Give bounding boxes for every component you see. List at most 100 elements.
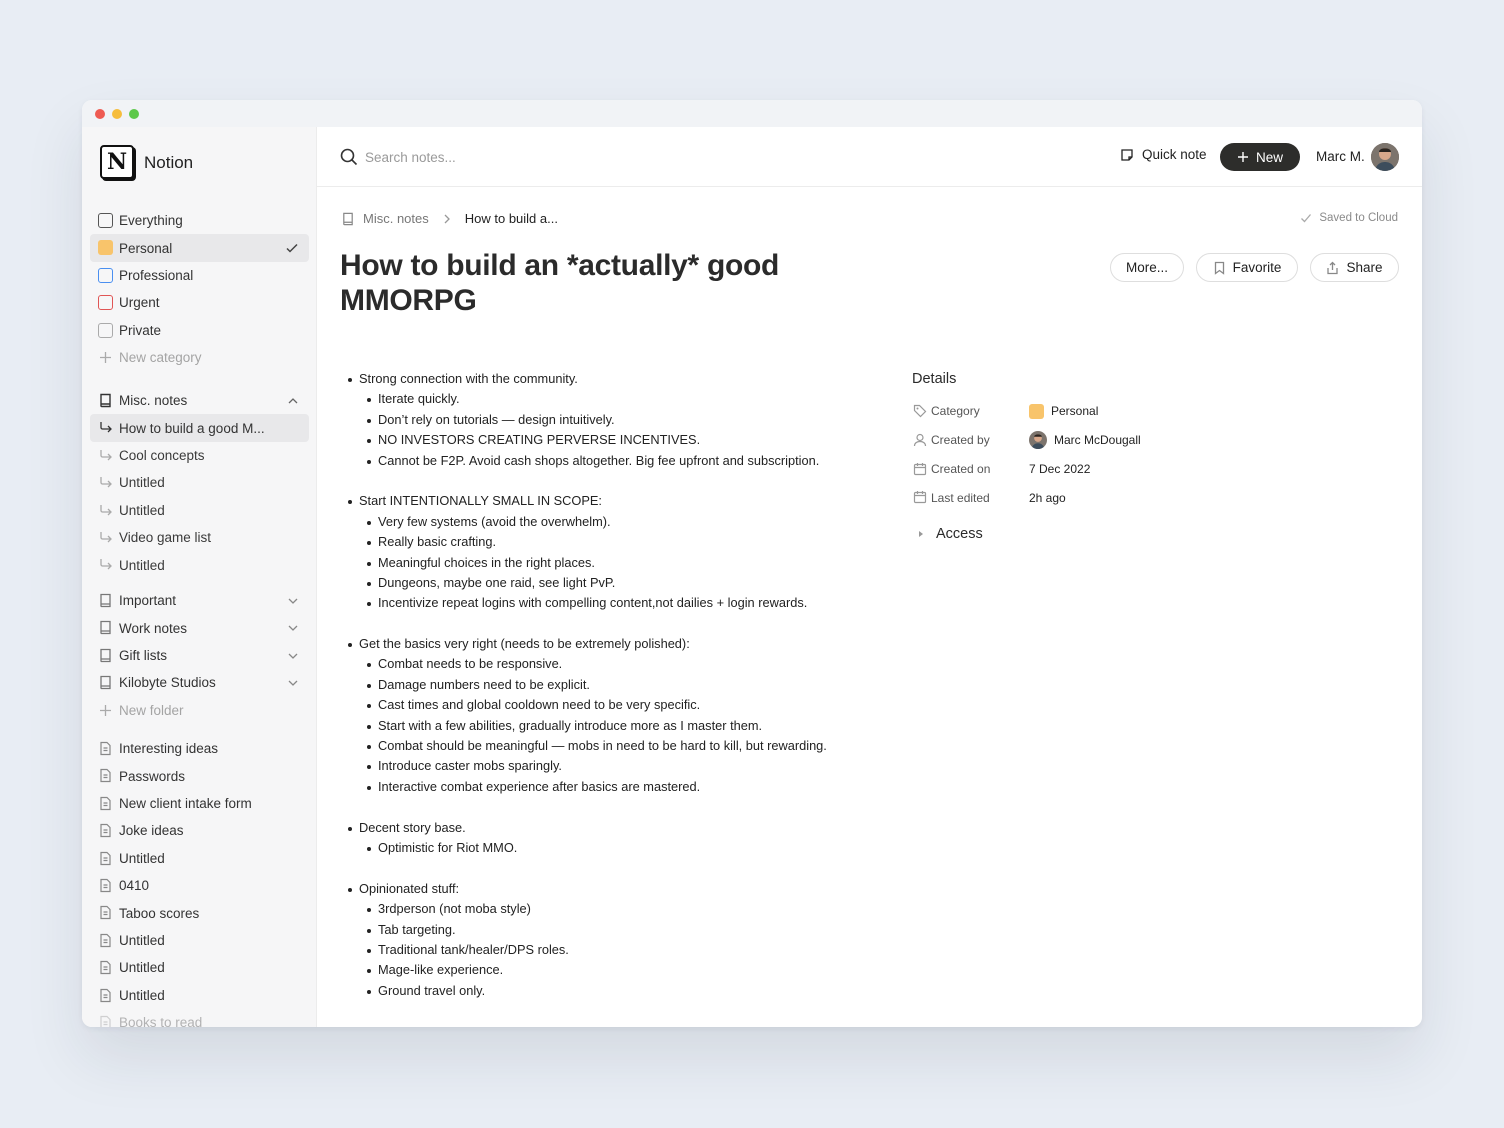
page-title[interactable]: How to build an *actually* good MMORPG xyxy=(340,248,860,318)
folder-gift-lists[interactable]: Gift lists xyxy=(90,642,309,669)
save-status: Saved to Cloud xyxy=(1300,212,1398,224)
document-icon xyxy=(100,769,111,783)
document-icon xyxy=(100,851,111,865)
sub-bullet-item: NO INVESTORS CREATING PERVERSE INCENTIVE… xyxy=(341,430,901,450)
document-icon xyxy=(100,961,111,975)
bullet-item: Strong connection with the community. xyxy=(341,369,901,389)
category-label: Private xyxy=(119,322,162,338)
note-item[interactable]: Video game list xyxy=(90,524,309,551)
close-window-button[interactable] xyxy=(95,109,105,119)
sub-bullet-item: Interactive combat experience after basi… xyxy=(341,777,901,797)
category-value: Personal xyxy=(1051,404,1099,419)
detail-created-by: Created by Marc McDougall xyxy=(912,426,1312,455)
page-item[interactable]: Interesting ideas xyxy=(90,735,309,762)
category-everything[interactable]: Everything xyxy=(90,207,309,234)
minimize-window-button[interactable] xyxy=(112,109,122,119)
page-item[interactable]: Untitled xyxy=(90,954,309,981)
chevron-right-icon xyxy=(444,214,450,223)
folder-work-notes[interactable]: Work notes xyxy=(90,614,309,641)
new-category-button[interactable]: New category xyxy=(90,344,309,371)
collapsed-folders: Important Work notes Gift lists Kilobyte… xyxy=(90,587,309,724)
detail-created-on: Created on 7 Dec 2022 xyxy=(912,455,1312,484)
category-urgent[interactable]: Urgent xyxy=(90,289,309,316)
detail-label: Created by xyxy=(931,433,990,448)
category-personal[interactable]: Personal xyxy=(90,234,309,262)
sub-bullet-item: Meaningful choices in the right places. xyxy=(341,553,901,573)
note-item-active[interactable]: How to build a good M... xyxy=(90,414,309,442)
page-item[interactable]: Books to read xyxy=(90,1009,309,1027)
folder-label: Gift lists xyxy=(119,647,168,663)
page-label: Untitled xyxy=(119,960,165,976)
plus-icon xyxy=(100,351,111,363)
creator-avatar xyxy=(1029,431,1047,450)
note-label: Untitled xyxy=(119,502,165,518)
folder-misc-notes[interactable]: Misc. notes xyxy=(90,387,309,414)
category-professional-icon xyxy=(98,267,113,283)
share-button[interactable]: Share xyxy=(1310,253,1399,282)
note-label: Video game list xyxy=(119,530,212,546)
note-body[interactable]: Strong connection with the community. It… xyxy=(341,369,901,1001)
folder-important[interactable]: Important xyxy=(90,587,309,614)
folder-label: Misc. notes xyxy=(119,393,188,409)
note-item[interactable]: Cool concepts xyxy=(90,442,309,469)
favorite-button[interactable]: Favorite xyxy=(1196,253,1298,282)
category-professional[interactable]: Professional xyxy=(90,262,309,289)
access-toggle[interactable]: Access xyxy=(912,526,983,542)
book-icon xyxy=(100,676,111,690)
user-name[interactable]: Marc M. xyxy=(1316,149,1365,164)
user-avatar[interactable] xyxy=(1371,143,1399,171)
search-input[interactable] xyxy=(365,146,665,168)
category-label: Personal xyxy=(119,240,173,256)
note-item[interactable]: Untitled xyxy=(90,469,309,496)
sub-bullet-item: Really basic crafting. xyxy=(341,532,901,552)
page-item[interactable]: Joke ideas xyxy=(90,817,309,844)
scroll-fade xyxy=(317,997,1422,1027)
breadcrumb-current: How to build a... xyxy=(464,211,558,226)
page-item[interactable]: Untitled xyxy=(90,845,309,872)
sidebar: N Notion Everything Personal Professiona… xyxy=(82,127,317,1027)
book-icon xyxy=(100,593,111,608)
share-icon xyxy=(1327,261,1339,274)
main-content: Quick note New Marc M. Misc. notes How t… xyxy=(317,127,1422,1027)
note-item[interactable]: Untitled xyxy=(90,551,309,578)
sub-bullet-item: Combat needs to be responsive. xyxy=(341,654,901,674)
new-note-button[interactable]: New xyxy=(1220,143,1300,171)
breadcrumb-folder[interactable]: Misc. notes xyxy=(363,211,429,226)
detail-label: Category xyxy=(931,404,980,419)
maximize-window-button[interactable] xyxy=(129,109,139,119)
document-icon xyxy=(100,988,111,1002)
note-label: Untitled xyxy=(119,475,165,491)
user-icon xyxy=(913,433,927,446)
page-label: Untitled xyxy=(119,850,165,866)
detail-category[interactable]: Category Personal xyxy=(912,397,1312,426)
tag-icon xyxy=(913,404,927,418)
note-item[interactable]: Untitled xyxy=(90,497,309,524)
page-list: Interesting ideas Passwords New client i… xyxy=(90,735,309,1027)
document-icon xyxy=(100,824,111,838)
app-window: N Notion Everything Personal Professiona… xyxy=(82,100,1422,1027)
page-item[interactable]: New client intake form xyxy=(90,790,309,817)
new-folder-button[interactable]: New folder xyxy=(90,697,309,724)
folder-label: Important xyxy=(119,593,177,609)
folder-kilobyte-studios[interactable]: Kilobyte Studios xyxy=(90,669,309,696)
more-button[interactable]: More... xyxy=(1110,253,1184,282)
sub-bullet-item: Incentivize repeat logins with compellin… xyxy=(341,593,901,613)
page-item[interactable]: Passwords xyxy=(90,762,309,789)
page-item[interactable]: Untitled xyxy=(90,982,309,1009)
category-private[interactable]: Private xyxy=(90,317,309,344)
sub-bullet-item: Iterate quickly. xyxy=(341,389,901,409)
page-item[interactable]: Taboo scores xyxy=(90,899,309,926)
book-icon xyxy=(100,648,111,662)
title-bar xyxy=(82,100,1422,127)
sub-arrow-icon xyxy=(100,559,112,570)
page-item[interactable]: 0410 xyxy=(90,872,309,899)
quick-note-button[interactable]: Quick note xyxy=(1120,147,1207,162)
access-label: Access xyxy=(936,526,983,542)
page-item[interactable]: Untitled xyxy=(90,927,309,954)
detail-value: 7 Dec 2022 xyxy=(1029,461,1091,476)
note-label: Untitled xyxy=(119,557,165,573)
folder-label: Work notes xyxy=(119,620,188,636)
category-urgent-icon xyxy=(98,295,113,311)
sub-bullet-item: Mage-like experience. xyxy=(341,960,901,980)
page-label: New client intake form xyxy=(119,795,252,811)
